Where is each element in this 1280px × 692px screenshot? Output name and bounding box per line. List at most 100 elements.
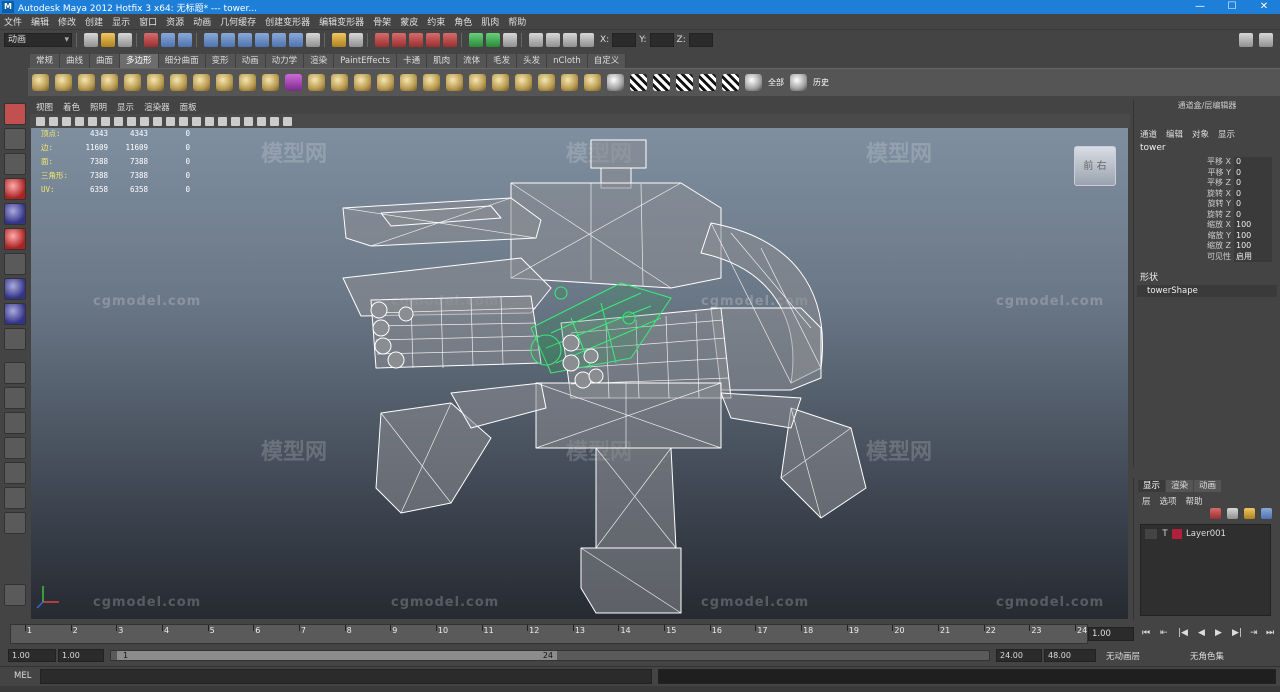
shelf-tab-muscle[interactable]: 肌肉 [427, 54, 458, 68]
select-tool-icon[interactable] [4, 103, 26, 125]
select-component-icon[interactable] [178, 33, 192, 47]
attr-row[interactable]: 可见性 启用 [1134, 251, 1280, 262]
fill-hole-icon[interactable] [538, 74, 555, 91]
last-tool-icon[interactable] [4, 328, 26, 350]
layer-menu-help[interactable]: 帮助 [1186, 495, 1203, 507]
maximize-button[interactable]: ☐ [1216, 0, 1248, 14]
shape-item[interactable]: towerShape [1137, 285, 1277, 297]
toggle-channel-box-icon[interactable] [1259, 33, 1273, 47]
layout-two-icon[interactable] [4, 412, 26, 434]
shelf-tab-deformation[interactable]: 变形 [205, 54, 236, 68]
poly-pipe-icon[interactable] [216, 74, 233, 91]
menu-window[interactable]: 窗口 [139, 15, 157, 28]
construction-history-icon[interactable] [469, 33, 483, 47]
layout-four-icon[interactable] [4, 387, 26, 409]
menu-skin[interactable]: 蒙皮 [400, 15, 418, 28]
poly-soccer-icon[interactable] [262, 74, 279, 91]
layer-menu-options[interactable]: 选项 [1160, 495, 1177, 507]
range-slider-handle[interactable]: 1 24 [117, 651, 557, 660]
layer-menu-layers[interactable]: 层 [1142, 495, 1151, 507]
reduce-icon[interactable] [423, 74, 440, 91]
render-frame-icon[interactable] [546, 33, 560, 47]
uv-editor-icon[interactable] [722, 74, 739, 91]
pick-mask-4-icon[interactable] [255, 33, 269, 47]
uv-spherical-icon[interactable] [676, 74, 693, 91]
bookmark-icon[interactable] [62, 116, 71, 126]
bevel-icon[interactable] [607, 74, 624, 91]
menu-edit[interactable]: 编辑 [31, 15, 49, 28]
step-forward-key-icon[interactable]: ⇥ [1250, 628, 1258, 638]
play-forwards-icon[interactable]: ▶ [1215, 628, 1222, 638]
menu-skeleton[interactable]: 骨架 [373, 15, 391, 28]
menu-geometry-cache[interactable]: 几何缓存 [220, 15, 256, 28]
layer-sort-icon[interactable] [1261, 508, 1272, 519]
layout-persp-outliner-icon[interactable] [4, 437, 26, 459]
step-back-frame-icon[interactable]: |◀ [1178, 628, 1188, 638]
image-plane-icon[interactable] [75, 116, 84, 126]
lasso-tool-icon[interactable] [4, 128, 26, 150]
universal-manipulator-icon[interactable] [4, 253, 26, 275]
delete-history-icon[interactable] [790, 74, 807, 91]
move-tool-icon[interactable] [4, 178, 26, 200]
xray-icon[interactable] [218, 116, 227, 126]
textured-icon[interactable] [231, 116, 240, 126]
lock-selection-icon[interactable] [332, 33, 346, 47]
append-icon[interactable] [515, 74, 532, 91]
snap-point-icon[interactable] [409, 33, 423, 47]
shelf-tab-curves[interactable]: 曲线 [60, 54, 91, 68]
wireframe-on-shaded-icon[interactable] [205, 116, 214, 126]
extract-icon[interactable] [354, 74, 371, 91]
grid-toggle-icon[interactable] [88, 116, 97, 126]
layer-tab-anim[interactable]: 动画 [1194, 480, 1222, 492]
camera-attr-icon[interactable] [49, 116, 58, 126]
range-slider-track[interactable]: 1 24 [110, 650, 990, 661]
isolate-select-icon[interactable] [283, 116, 292, 126]
separate-icon[interactable] [331, 74, 348, 91]
uv-cylindrical-icon[interactable] [653, 74, 670, 91]
paint-select-tool-icon[interactable] [4, 153, 26, 175]
shelf-tab-toon[interactable]: 卡通 [397, 54, 428, 68]
shelf-tab-painteffects[interactable]: PaintEffects [334, 54, 398, 68]
y-field[interactable] [649, 33, 674, 47]
perspective-viewport[interactable]: 顶点: 4343 4343 0 边: 11609 11609 0 面: 7388 7388 0 三… [31, 128, 1128, 619]
playback-end-field[interactable]: 24.00 [996, 649, 1042, 662]
menu-edit-deformers[interactable]: 编辑变形器 [319, 15, 364, 28]
wireframe-icon[interactable] [179, 116, 188, 126]
mirror-icon[interactable] [446, 74, 463, 91]
shelf-tab-hair[interactable]: 头发 [517, 54, 548, 68]
play-backwards-icon[interactable]: ◀ [1198, 628, 1205, 638]
layer-type-toggle[interactable]: T [1160, 529, 1170, 539]
new-layer-icon[interactable] [1210, 508, 1221, 519]
use-lights-icon[interactable] [244, 116, 253, 126]
close-button[interactable]: ✕ [1248, 0, 1280, 14]
panel-menu-view[interactable]: 视图 [36, 101, 53, 113]
panel-menu-lighting[interactable]: 照明 [90, 101, 107, 113]
shelf-tab-rendering[interactable]: 渲染 [304, 54, 335, 68]
poly-cylinder-icon[interactable] [78, 74, 95, 91]
menu-modify[interactable]: 修改 [58, 15, 76, 28]
render-view-icon[interactable] [529, 33, 543, 47]
shelf-tab-surfaces[interactable]: 曲面 [90, 54, 121, 68]
film-gate-icon[interactable] [101, 116, 110, 126]
menu-file[interactable]: 文件 [4, 15, 22, 28]
open-scene-icon[interactable] [101, 33, 115, 47]
channel-menu-show[interactable]: 显示 [1218, 128, 1235, 140]
poly-cone-icon[interactable] [101, 74, 118, 91]
current-frame-field[interactable]: 1.00 [1088, 627, 1134, 641]
attr-row[interactable]: 旋转 X0 [1134, 188, 1280, 199]
shelf-tab-fur[interactable]: 毛发 [487, 54, 518, 68]
channel-menu-object[interactable]: 对象 [1192, 128, 1209, 140]
shelf-tab-custom[interactable]: 自定义 [587, 54, 627, 68]
layout-more-icon[interactable] [4, 512, 26, 534]
step-forward-frame-icon[interactable]: ▶| [1232, 628, 1242, 638]
layer-color-swatch[interactable] [1172, 529, 1182, 539]
shadows-icon[interactable] [257, 116, 266, 126]
camera-icon[interactable] [36, 116, 45, 126]
pick-mask-3-icon[interactable] [238, 33, 252, 47]
animation-end-field[interactable]: 48.00 [1044, 649, 1096, 662]
safe-action-icon[interactable] [153, 116, 162, 126]
pick-mask-5-icon[interactable] [272, 33, 286, 47]
smooth-icon[interactable] [400, 74, 417, 91]
help-icon[interactable] [306, 33, 320, 47]
render-settings-icon[interactable] [580, 33, 594, 47]
